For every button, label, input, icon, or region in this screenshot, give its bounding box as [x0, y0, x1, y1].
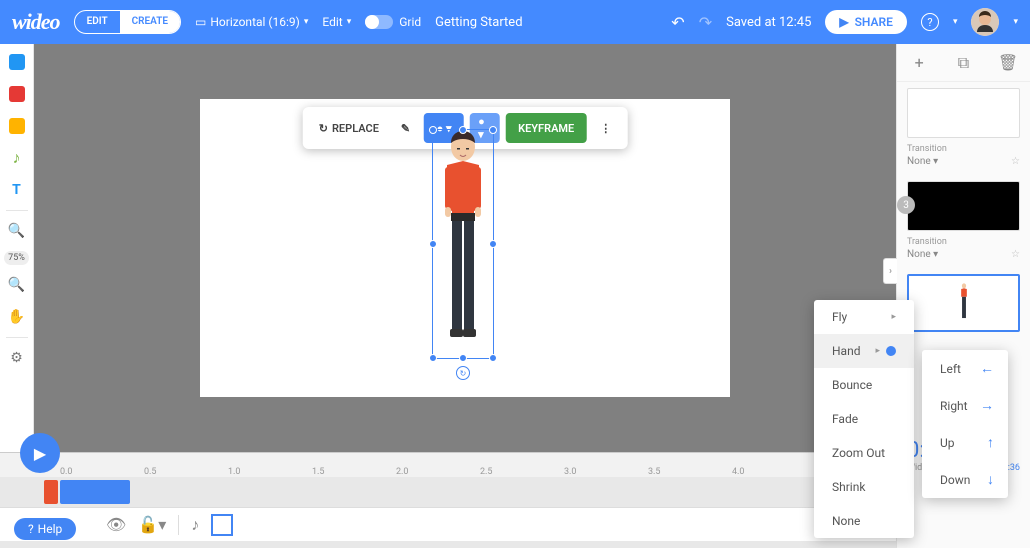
- undo-icon[interactable]: ↶: [671, 13, 684, 32]
- edit-icon[interactable]: ✎: [393, 113, 418, 143]
- shape-tool[interactable]: [5, 114, 29, 138]
- logo: wideo: [12, 9, 60, 35]
- menu-item-fly[interactable]: Fly▸: [814, 300, 914, 334]
- zoom-out-icon[interactable]: 🔍: [5, 273, 29, 297]
- rotate-handle[interactable]: ↻: [456, 366, 470, 380]
- star-icon[interactable]: ☆: [1011, 156, 1020, 167]
- play-icon: ▶: [839, 15, 848, 29]
- resize-handle[interactable]: [459, 354, 467, 362]
- menu-item-zoomout[interactable]: Zoom Out: [814, 436, 914, 470]
- resize-handle[interactable]: [429, 240, 437, 248]
- timeline: ▶ 0.00.51.01.52.02.53.03.54.0 👁 🔓▾ ♪: [0, 452, 896, 548]
- getting-started-link[interactable]: Getting Started: [435, 15, 522, 30]
- delete-scene-icon[interactable]: 🗑: [998, 53, 1018, 72]
- visibility-icon[interactable]: 👁: [106, 515, 126, 534]
- transition-label: Transition: [897, 140, 1030, 154]
- grid-toggle[interactable]: Grid: [365, 15, 421, 29]
- menu-item-fade[interactable]: Fade: [814, 402, 914, 436]
- resize-handle[interactable]: [459, 126, 467, 134]
- lock-icon[interactable]: 🔓▾: [138, 515, 166, 534]
- replace-icon: ↻: [319, 122, 328, 135]
- chevron-down-icon[interactable]: ▾: [1013, 17, 1018, 27]
- more-icon[interactable]: ⋮: [592, 113, 619, 143]
- arrow-right-icon: →: [980, 397, 994, 414]
- replace-button[interactable]: ↻ REPLACE: [311, 113, 387, 143]
- selection-box[interactable]: ↻: [432, 129, 494, 359]
- add-scene-icon[interactable]: +: [909, 53, 929, 72]
- resize-handle[interactable]: [489, 126, 497, 134]
- audio-tool[interactable]: ♪: [5, 146, 29, 170]
- scene-thumb-3[interactable]: [907, 181, 1020, 231]
- mode-edit[interactable]: EDIT: [75, 11, 120, 33]
- save-status: Saved at 12:45: [726, 15, 811, 30]
- scene-thumb-4[interactable]: [907, 274, 1020, 332]
- play-button[interactable]: ▶: [20, 433, 60, 473]
- timeline-clip[interactable]: [44, 480, 58, 504]
- timeline-toolbar: 👁 🔓▾ ♪: [0, 507, 896, 541]
- aspect-icon: ▭: [195, 15, 206, 29]
- direction-up[interactable]: Up↑: [922, 424, 1012, 461]
- keyframe-button[interactable]: KEYFRAME: [506, 113, 586, 143]
- timeline-ruler[interactable]: 0.00.51.01.52.02.53.03.54.0: [0, 453, 896, 477]
- help-icon[interactable]: ?: [921, 13, 939, 31]
- left-rail: ♪ T 🔍 75% 🔍 ✋ ⚙: [0, 44, 34, 452]
- chevron-right-icon: ▸: [891, 312, 896, 322]
- arrow-left-icon: ←: [980, 360, 994, 377]
- scene-badge: 3: [897, 196, 915, 214]
- panel-collapse-handle[interactable]: ›: [883, 258, 897, 284]
- transition-label: Transition: [897, 233, 1030, 247]
- zoom-level[interactable]: 75%: [4, 251, 29, 265]
- resize-handle[interactable]: [429, 354, 437, 362]
- direction-down[interactable]: Down↓: [922, 461, 1012, 498]
- edit-menu[interactable]: Edit ▾: [322, 15, 351, 29]
- pan-tool[interactable]: ✋: [5, 305, 29, 329]
- direction-left[interactable]: Left←: [922, 350, 1012, 387]
- duplicate-scene-icon[interactable]: ⧉: [953, 53, 973, 73]
- timeline-clip[interactable]: [60, 480, 130, 504]
- resize-handle[interactable]: [429, 126, 437, 134]
- avatar[interactable]: [971, 8, 999, 36]
- resize-handle[interactable]: [489, 240, 497, 248]
- menu-item-shrink[interactable]: Shrink: [814, 470, 914, 504]
- share-button[interactable]: ▶ SHARE: [825, 10, 907, 34]
- selected-dot-icon: [886, 346, 896, 356]
- mode-create[interactable]: CREATE: [120, 11, 180, 33]
- mode-toggle[interactable]: EDIT CREATE: [74, 10, 181, 34]
- switch-icon: [365, 15, 393, 29]
- help-icon: ?: [28, 522, 34, 536]
- canvas[interactable]: ↻ REPLACE ✎ ● ▾ ● ▾ KEYFRAME ⋮: [200, 99, 730, 397]
- arrow-up-icon: ↑: [987, 434, 994, 451]
- topbar: wideo EDIT CREATE ▭ Horizontal (16:9) ▾ …: [0, 0, 1030, 44]
- audio-track-icon[interactable]: ♪: [191, 515, 199, 535]
- arrow-down-icon: ↓: [987, 471, 994, 488]
- zoom-in-icon[interactable]: 🔍: [5, 219, 29, 243]
- direction-right[interactable]: Right→: [922, 387, 1012, 424]
- chevron-down-icon: ▾: [347, 17, 352, 27]
- layer-thumb[interactable]: [211, 514, 233, 536]
- help-button[interactable]: ? Help: [14, 518, 76, 540]
- transition-dropdown[interactable]: None ▾: [907, 156, 938, 167]
- transition-dropdown[interactable]: None ▾: [907, 249, 938, 260]
- menu-item-hand[interactable]: Hand▸: [814, 334, 914, 368]
- scene-thumb-2[interactable]: [907, 88, 1020, 138]
- resize-handle[interactable]: [489, 354, 497, 362]
- aspect-ratio-dropdown[interactable]: ▭ Horizontal (16:9) ▾: [195, 15, 308, 29]
- text-tool[interactable]: T: [5, 178, 29, 202]
- menu-item-none[interactable]: None: [814, 504, 914, 538]
- timeline-track[interactable]: [0, 477, 896, 507]
- canvas-area[interactable]: ↻ REPLACE ✎ ● ▾ ● ▾ KEYFRAME ⋮: [34, 44, 896, 452]
- star-icon[interactable]: ☆: [1011, 249, 1020, 260]
- video-tool[interactable]: [5, 82, 29, 106]
- chevron-down-icon: ▾: [304, 17, 309, 27]
- effect-menu: Fly▸ Hand▸ Bounce Fade Zoom Out Shrink N…: [814, 300, 914, 538]
- settings-icon[interactable]: ⚙: [5, 346, 29, 370]
- chevron-right-icon: ▸: [875, 346, 880, 356]
- direction-submenu: Left← Right→ Up↑ Down↓: [922, 350, 1008, 498]
- menu-item-bounce[interactable]: Bounce: [814, 368, 914, 402]
- redo-icon[interactable]: ↷: [699, 13, 712, 32]
- chevron-down-icon[interactable]: ▾: [953, 17, 958, 27]
- camera-tool[interactable]: [5, 50, 29, 74]
